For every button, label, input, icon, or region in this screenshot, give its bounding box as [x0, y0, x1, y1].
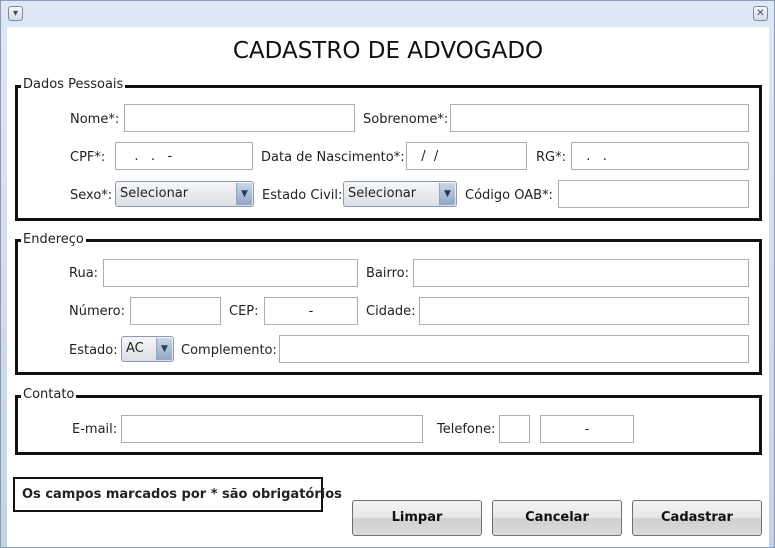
required-fields-note: Os campos marcados por * são obrigatório…: [13, 477, 342, 512]
complemento-input[interactable]: [279, 335, 749, 363]
close-icon: ✕: [756, 8, 765, 19]
numero-input[interactable]: [130, 297, 221, 325]
group-legend-endereco: Endereço: [21, 232, 86, 247]
numero-label: Número:: [69, 304, 126, 319]
chevron-down-icon: ▾: [12, 8, 19, 19]
rua-input[interactable]: [103, 259, 358, 287]
cidade-input[interactable]: [419, 297, 749, 325]
sexo-select[interactable]: Selecionar ▼: [115, 181, 254, 207]
page-title: CADASTRO DE ADVOGADO: [232, 38, 544, 64]
limpar-button[interactable]: Limpar: [352, 500, 482, 536]
cancelar-button[interactable]: Cancelar: [492, 500, 622, 536]
nome-label: Nome*:: [70, 112, 120, 127]
data-nascimento-input[interactable]: [406, 142, 527, 170]
email-input[interactable]: [121, 415, 423, 443]
cpf-label: CPF*:: [70, 150, 106, 165]
sobrenome-input[interactable]: [450, 104, 749, 132]
sobrenome-label: Sobrenome*:: [363, 112, 449, 127]
cep-label: CEP:: [229, 304, 259, 319]
telefone-input[interactable]: [540, 415, 634, 443]
dropdown-arrow-icon[interactable]: ▼: [236, 183, 252, 205]
window-close-button[interactable]: ✕: [753, 6, 768, 21]
group-legend-dados-pessoais: Dados Pessoais: [21, 77, 126, 92]
cpf-input[interactable]: [115, 142, 253, 170]
sexo-select-value: Selecionar: [120, 186, 189, 201]
rg-label: RG*:: [536, 150, 566, 165]
ddd-input[interactable]: [499, 415, 530, 443]
bairro-label: Bairro:: [366, 266, 410, 281]
nome-input[interactable]: [124, 104, 355, 132]
data-nascimento-label: Data de Nascimento*:: [261, 150, 405, 165]
complemento-label: Complemento:: [181, 343, 277, 358]
window-menu-button[interactable]: ▾: [8, 6, 23, 21]
estado-civil-label: Estado Civil:: [262, 188, 343, 203]
estado-label: Estado:: [69, 343, 118, 358]
estado-civil-select-value: Selecionar: [348, 186, 417, 201]
dropdown-arrow-icon[interactable]: ▼: [439, 183, 455, 205]
codigo-oab-label: Código OAB*:: [465, 188, 553, 203]
estado-select[interactable]: AC ▼: [121, 336, 174, 362]
rua-label: Rua:: [69, 266, 99, 281]
cadastrar-button[interactable]: Cadastrar: [632, 500, 762, 536]
estado-civil-select[interactable]: Selecionar ▼: [343, 181, 457, 207]
bairro-input[interactable]: [413, 259, 749, 287]
telefone-label: Telefone:: [437, 422, 496, 437]
email-label: E-mail:: [72, 422, 118, 437]
sexo-label: Sexo*:: [70, 188, 113, 203]
estado-select-value: AC: [126, 341, 144, 356]
cep-input[interactable]: [264, 297, 358, 325]
codigo-oab-input[interactable]: [558, 180, 749, 208]
group-legend-contato: Contato: [21, 387, 77, 402]
dropdown-arrow-icon[interactable]: ▼: [156, 338, 172, 360]
cidade-label: Cidade:: [366, 304, 416, 319]
rg-input[interactable]: [571, 142, 749, 170]
